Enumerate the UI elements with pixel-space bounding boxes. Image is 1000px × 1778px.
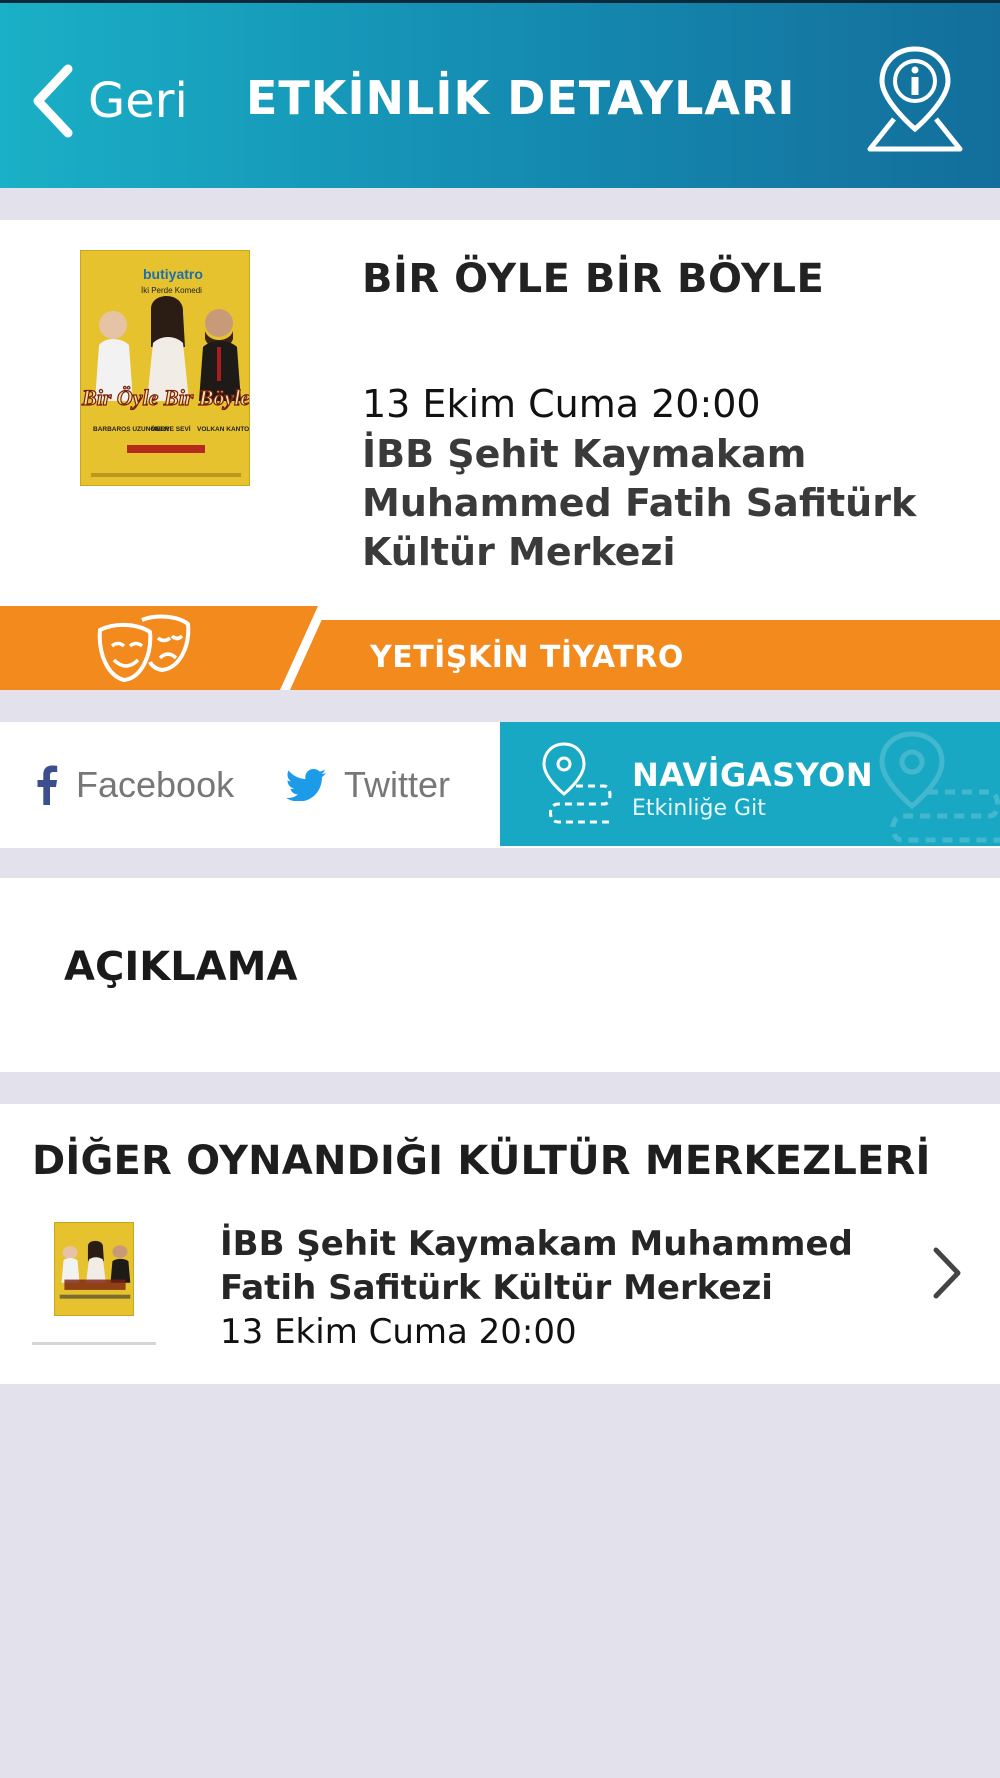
- event-venue: İBB Şehit Kaymakam Muhammed Fatih Safitü…: [362, 432, 917, 574]
- theater-masks-icon: [97, 614, 191, 683]
- app-header: Geri ETKİNLİK DETAYLARI: [0, 0, 1000, 188]
- list-item[interactable]: İBB Şehit Kaymakam Muhammed Fatih Safitü…: [0, 1216, 1000, 1366]
- navigation-title: NAVİGASYON: [632, 756, 874, 794]
- map-pin-info-button[interactable]: [862, 43, 968, 155]
- other-venues-section: DİĞER OYNANDIĞI KÜLTÜR MERKEZLERİ İBB Şe…: [0, 1104, 1000, 1384]
- event-poster[interactable]: butiyatro İki Perde Komedi Bir Öyle Bir …: [80, 250, 250, 486]
- category-label: YETİŞKİN TİYATRO: [370, 640, 684, 675]
- event-name: BİR ÖYLE BİR BÖYLE: [362, 256, 825, 302]
- back-button[interactable]: Geri: [30, 61, 200, 141]
- category-bar: YETİŞKİN TİYATRO: [0, 606, 1000, 690]
- list-item-venue: İBB Şehit Kaymakam Muhammed Fatih Safitü…: [220, 1224, 853, 1308]
- facebook-label: Facebook: [76, 764, 235, 805]
- chevron-right-icon: [933, 1247, 961, 1299]
- description-section: AÇIKLAMA: [0, 878, 1000, 1072]
- thumbnail-artwork: [55, 1223, 133, 1315]
- back-label: Geri: [88, 73, 188, 129]
- event-card: butiyatro İki Perde Komedi Bir Öyle Bir …: [0, 220, 1000, 606]
- thumbnail-divider: [32, 1342, 156, 1345]
- other-venues-title: DİĞER OYNANDIĞI KÜLTÜR MERKEZLERİ: [32, 1138, 931, 1184]
- venue-thumbnail: [54, 1222, 134, 1316]
- poster-cast-2: MERVE SEVİ: [151, 425, 191, 433]
- event-date: 13 Ekim Cuma 20:00: [362, 382, 761, 426]
- twitter-share-button[interactable]: Twitter: [286, 722, 450, 848]
- map-pin-info-icon: [867, 46, 963, 152]
- poster-artwork: butiyatro İki Perde Komedi Bir Öyle Bir …: [81, 251, 250, 485]
- list-item-date: 13 Ekim Cuma 20:00: [220, 1312, 577, 1352]
- poster-brand: butiyatro: [143, 266, 203, 282]
- navigation-subtitle: Etkinliğe Git: [632, 796, 766, 821]
- poster-title: Bir Öyle Bir Böyle: [81, 385, 250, 410]
- facebook-share-button[interactable]: Facebook: [36, 722, 234, 848]
- route-watermark-icon: [879, 731, 1000, 843]
- navigation-button[interactable]: NAVİGASYON Etkinliğe Git: [500, 722, 1000, 846]
- poster-cast-3: VOLKAN KANTOĞLU: [197, 424, 250, 433]
- twitter-icon: [286, 769, 326, 801]
- twitter-label: Twitter: [344, 764, 451, 805]
- route-pin-icon: [542, 742, 612, 824]
- page-title: ETKİNLİK DETAYLARI: [246, 71, 796, 125]
- description-title: AÇIKLAMA: [64, 944, 298, 990]
- poster-tagline: İki Perde Komedi: [141, 286, 202, 295]
- chevron-left-icon: [33, 64, 73, 138]
- facebook-icon: [37, 765, 58, 805]
